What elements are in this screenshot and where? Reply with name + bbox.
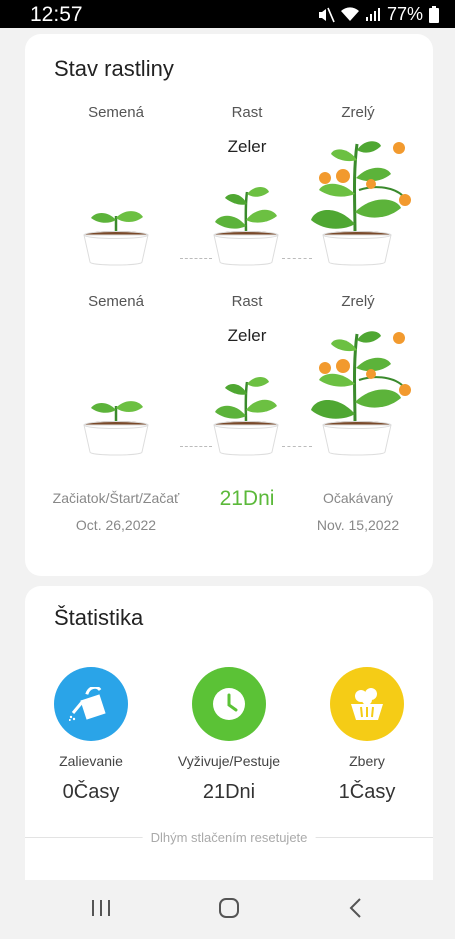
plant-state-card: Stav rastliny Semená Rast Zrelý Zeler Se… bbox=[25, 34, 433, 576]
status-time: 12:57 bbox=[30, 3, 83, 26]
harvest-button[interactable] bbox=[330, 667, 404, 741]
battery-icon bbox=[429, 6, 439, 23]
signal-icon bbox=[365, 8, 380, 21]
expected-date: Nov. 15,2022 bbox=[316, 517, 400, 533]
stage-label-mature: Zrelý bbox=[341, 104, 375, 121]
watering-button[interactable] bbox=[54, 667, 128, 741]
seedling-illustration bbox=[83, 211, 149, 266]
status-bar: 12:57 77% bbox=[0, 0, 455, 28]
battery-percent: 77% bbox=[386, 4, 423, 24]
stage-label-seeds: Semená bbox=[88, 104, 144, 121]
reset-hint: Dlhým stlačením resetujete bbox=[142, 830, 316, 845]
mature-plant-illustration bbox=[311, 141, 411, 266]
recents-icon[interactable] bbox=[90, 896, 112, 920]
clock-icon bbox=[213, 688, 245, 720]
start-label: Začiatok/Štart/Začať bbox=[52, 490, 180, 506]
watering-label: Zalievanie bbox=[59, 753, 123, 769]
seedling-illustration bbox=[83, 401, 149, 456]
stage-connector bbox=[180, 258, 212, 259]
stage-label-mature-2: Zrelý bbox=[341, 293, 375, 310]
back-icon[interactable] bbox=[346, 896, 366, 920]
status-icons: 77% bbox=[317, 4, 439, 25]
nurturing-button[interactable] bbox=[192, 667, 266, 741]
mature-plant-illustration bbox=[311, 331, 411, 456]
home-icon[interactable] bbox=[217, 896, 241, 920]
plant-state-title: Stav rastliny bbox=[54, 56, 174, 81]
statistics-card: Štatistika Zalievanie 0Časy Vyživuje/Pes… bbox=[25, 586, 433, 906]
expected-label: Očakávaný bbox=[322, 490, 394, 506]
wifi-icon bbox=[340, 7, 359, 22]
stage-label-seeds-2: Semená bbox=[88, 293, 144, 310]
nurturing-value: 21Dni bbox=[202, 781, 256, 803]
days-count: 21Dni bbox=[219, 487, 275, 510]
stage-label-growth-2: Rast bbox=[231, 293, 263, 310]
harvest-basket-icon bbox=[351, 688, 383, 720]
harvest-label: Zbery bbox=[349, 753, 385, 769]
growing-plant-illustration bbox=[213, 187, 279, 266]
watering-can-icon bbox=[69, 687, 106, 721]
harvest-value: 1Časy bbox=[338, 781, 396, 803]
mute-icon bbox=[318, 7, 335, 22]
navigation-bar bbox=[0, 880, 455, 939]
watering-value: 0Časy bbox=[62, 781, 120, 803]
statistics-title: Štatistika bbox=[54, 605, 144, 630]
stage-label-growth: Rast bbox=[231, 104, 263, 121]
plant-name-2: Zeler bbox=[227, 326, 267, 345]
plant-name: Zeler bbox=[227, 137, 267, 156]
growing-plant-illustration bbox=[213, 377, 279, 456]
start-date: Oct. 26,2022 bbox=[75, 517, 157, 533]
nurturing-label: Vyživuje/Pestuje bbox=[177, 753, 281, 769]
stage-connector bbox=[180, 446, 212, 447]
